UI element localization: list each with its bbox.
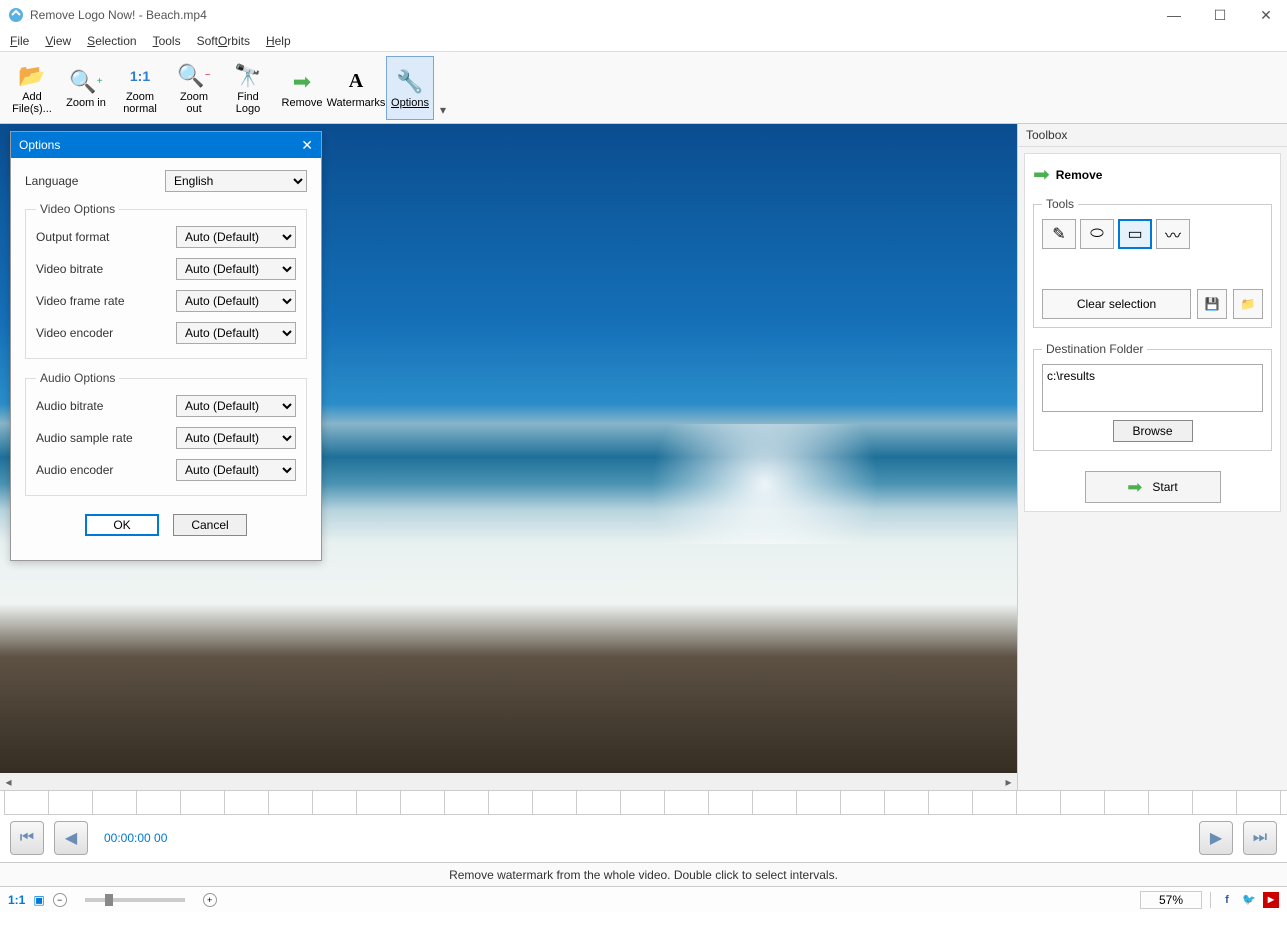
- toolbar: 📂 Add File(s)... 🔍+ Zoom in 1:1 Zoom nor…: [0, 52, 1287, 124]
- video-encoder-label: Video encoder: [36, 326, 176, 340]
- arrow-right-icon: ➡: [1033, 162, 1050, 187]
- audio-options-group: Audio Options Audio bitrateAuto (Default…: [25, 371, 307, 496]
- browse-button[interactable]: Browse: [1113, 420, 1193, 442]
- start-button[interactable]: ➡ Start: [1085, 471, 1221, 503]
- watermarks-button[interactable]: A Watermarks: [332, 56, 380, 120]
- zoom-normal-icon: 1:1: [130, 61, 150, 91]
- wrench-icon: 🔧: [396, 67, 423, 97]
- timeline-ruler[interactable]: [4, 791, 1287, 815]
- dialog-title: Options: [19, 138, 301, 152]
- menu-tools[interactable]: Tools: [153, 34, 181, 48]
- video-framerate-select[interactable]: Auto (Default): [176, 290, 296, 312]
- window-title: Remove Logo Now! - Beach.mp4: [30, 8, 1161, 22]
- menu-selection[interactable]: Selection: [87, 34, 136, 48]
- load-selection-button[interactable]: 📁: [1233, 289, 1263, 319]
- audio-samplerate-label: Audio sample rate: [36, 431, 176, 445]
- output-format-label: Output format: [36, 230, 176, 244]
- audio-bitrate-label: Audio bitrate: [36, 399, 176, 413]
- zoom-slider[interactable]: [85, 898, 185, 902]
- timecode: 00:00:00 00: [104, 831, 167, 845]
- app-icon: [8, 7, 24, 23]
- next-keyframe-button[interactable]: ⏭: [1243, 821, 1277, 855]
- youtube-icon[interactable]: ▶: [1263, 892, 1279, 908]
- twitter-icon[interactable]: 🐦: [1241, 892, 1257, 908]
- menu-softorbits[interactable]: SoftOrbits: [197, 34, 250, 48]
- video-bitrate-label: Video bitrate: [36, 262, 176, 276]
- toolbox-header: Remove: [1056, 168, 1103, 182]
- fit-screen-icon[interactable]: ▣: [33, 893, 44, 907]
- tools-legend: Tools: [1042, 197, 1078, 211]
- toolbox-panel: Toolbox ➡ Remove Tools ✎ ⬭ ▭ 〰 Clear sel…: [1017, 124, 1287, 790]
- destination-group: Destination Folder c:\results Browse: [1033, 342, 1272, 451]
- prev-keyframe-button[interactable]: ⏮: [10, 821, 44, 855]
- toolbar-overflow-icon[interactable]: ▾: [440, 103, 446, 117]
- minimize-button[interactable]: —: [1161, 7, 1187, 24]
- pencil-tool[interactable]: ✎: [1042, 219, 1076, 249]
- scroll-right-icon[interactable]: ▸: [1000, 775, 1017, 789]
- binoculars-icon: 🔭: [234, 61, 261, 91]
- add-files-button[interactable]: 📂 Add File(s)...: [8, 56, 56, 120]
- text-icon: A: [349, 67, 363, 97]
- maximize-button[interactable]: ☐: [1207, 7, 1233, 24]
- folder-icon: 📂: [18, 61, 45, 91]
- video-framerate-label: Video frame rate: [36, 294, 176, 308]
- menu-bar: File View Selection Tools SoftOrbits Hel…: [0, 30, 1287, 52]
- video-options-legend: Video Options: [36, 202, 119, 216]
- zoom-out-button[interactable]: 🔍− Zoom out: [170, 56, 218, 120]
- zoom-out-icon: 🔍−: [177, 61, 210, 91]
- toolbox-title: Toolbox: [1018, 124, 1287, 147]
- menu-view[interactable]: View: [45, 34, 71, 48]
- cancel-button[interactable]: Cancel: [173, 514, 247, 536]
- zoom-in-icon: 🔍+: [69, 67, 102, 97]
- zoom-slider-thumb[interactable]: [105, 894, 113, 906]
- audio-samplerate-select[interactable]: Auto (Default): [176, 427, 296, 449]
- remove-button[interactable]: ➡ Remove: [278, 56, 326, 120]
- video-options-group: Video Options Output formatAuto (Default…: [25, 202, 307, 359]
- language-label: Language: [25, 174, 165, 188]
- find-logo-button[interactable]: 🔭 Find Logo: [224, 56, 272, 120]
- close-button[interactable]: ✕: [1253, 7, 1279, 24]
- scroll-left-icon[interactable]: ◂: [0, 775, 17, 789]
- zoom-minus-button[interactable]: −: [53, 893, 67, 907]
- freeform-tool[interactable]: 〰: [1156, 219, 1190, 249]
- title-bar: Remove Logo Now! - Beach.mp4 — ☐ ✕: [0, 0, 1287, 30]
- options-button[interactable]: 🔧 Options: [386, 56, 434, 120]
- arrow-right-icon: ➡: [1127, 477, 1142, 498]
- destination-legend: Destination Folder: [1042, 342, 1147, 356]
- status-bar: 1:1 ▣ − + 57% f 🐦 ▶: [0, 886, 1287, 912]
- save-selection-button[interactable]: 💾: [1197, 289, 1227, 319]
- audio-encoder-label: Audio encoder: [36, 463, 176, 477]
- timeline: ⏮ ◀ 00:00:00 00 ▶ ⏭: [0, 790, 1287, 862]
- menu-file[interactable]: File: [10, 34, 29, 48]
- clear-selection-button[interactable]: Clear selection: [1042, 289, 1191, 319]
- zoom-normal-button[interactable]: 1:1 Zoom normal: [116, 56, 164, 120]
- sun-glare: [615, 424, 915, 544]
- zoom-mode-label[interactable]: 1:1: [8, 893, 25, 907]
- arrow-right-icon: ➡: [293, 67, 311, 97]
- progress-percent: 57%: [1140, 891, 1202, 909]
- destination-path[interactable]: c:\results: [1042, 364, 1263, 412]
- rect-select-tool[interactable]: ▭: [1118, 219, 1152, 249]
- menu-help[interactable]: Help: [266, 34, 291, 48]
- audio-encoder-select[interactable]: Auto (Default): [176, 459, 296, 481]
- video-bitrate-select[interactable]: Auto (Default): [176, 258, 296, 280]
- ok-button[interactable]: OK: [85, 514, 159, 536]
- horizontal-scrollbar[interactable]: ◂ ▸: [0, 773, 1017, 790]
- dialog-close-button[interactable]: ✕: [301, 137, 313, 154]
- options-dialog: Options ✕ Language English Video Options…: [10, 131, 322, 561]
- hint-bar: Remove watermark from the whole video. D…: [0, 862, 1287, 886]
- audio-bitrate-select[interactable]: Auto (Default): [176, 395, 296, 417]
- tools-group: Tools ✎ ⬭ ▭ 〰 Clear selection 💾 📁: [1033, 197, 1272, 328]
- zoom-in-button[interactable]: 🔍+ Zoom in: [62, 56, 110, 120]
- zoom-plus-button[interactable]: +: [203, 893, 217, 907]
- video-encoder-select[interactable]: Auto (Default): [176, 322, 296, 344]
- eraser-tool[interactable]: ⬭: [1080, 219, 1114, 249]
- step-forward-button[interactable]: ▶: [1199, 821, 1233, 855]
- facebook-icon[interactable]: f: [1219, 892, 1235, 908]
- step-back-button[interactable]: ◀: [54, 821, 88, 855]
- language-select[interactable]: English: [165, 170, 307, 192]
- output-format-select[interactable]: Auto (Default): [176, 226, 296, 248]
- audio-options-legend: Audio Options: [36, 371, 119, 385]
